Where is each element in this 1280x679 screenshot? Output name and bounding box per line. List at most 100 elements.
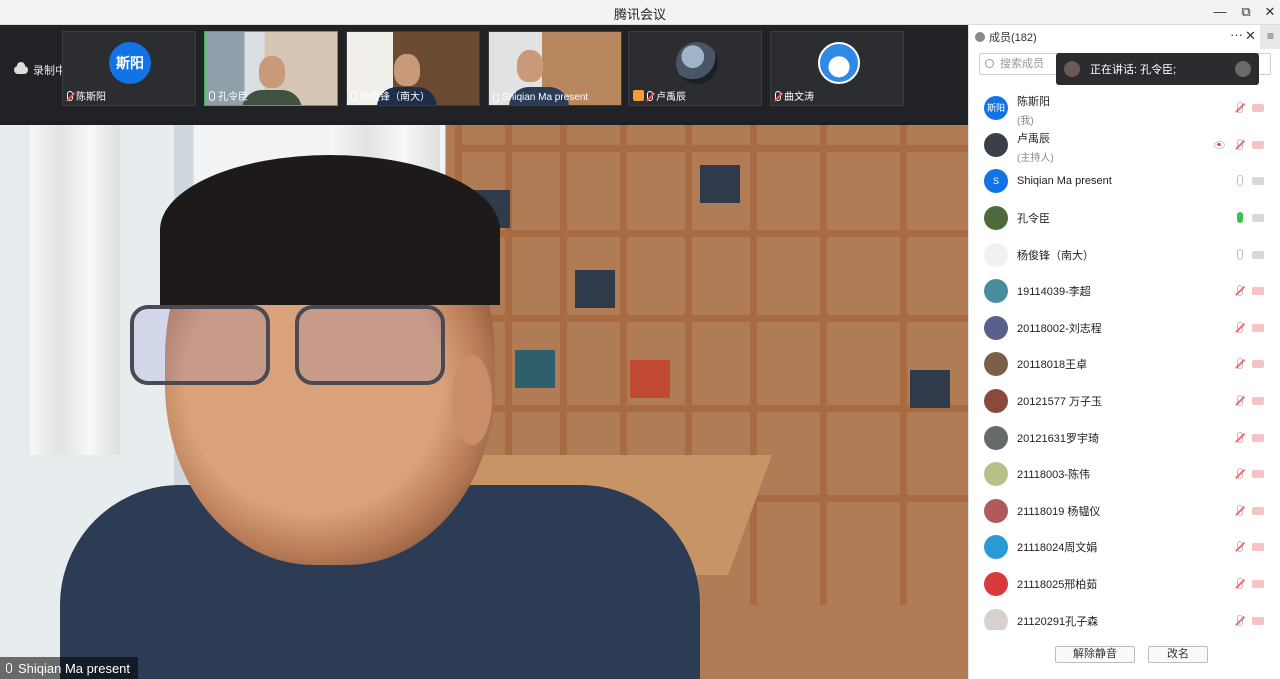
recording-indicator: 录制中: [14, 62, 66, 78]
participant-name: 孔令臣: [218, 92, 248, 103]
cloud-icon: [14, 62, 28, 74]
member-name: 21118019 杨韫仪: [1017, 505, 1101, 518]
participant-name: Shiqian Ma present: [502, 92, 589, 103]
camera-icon[interactable]: [1252, 249, 1264, 261]
mic-icon: [493, 92, 499, 103]
meeting-app: 腾讯会议 — ⧉ ✕ 录制中 斯阳 陈斯阳 孔令臣 杨俊锋（南大） Shiqia…: [0, 0, 1280, 679]
avatar: [984, 535, 1008, 560]
camera-icon[interactable]: [1252, 175, 1264, 187]
video-stage: 录制中 斯阳 陈斯阳 孔令臣 杨俊锋（南大） Shiqian Ma presen…: [0, 25, 968, 679]
mic-muted-icon[interactable]: [1234, 285, 1246, 297]
speaking-tooltip: 正在讲话: 孔令臣;: [1056, 53, 1259, 85]
close-window-button[interactable]: ✕: [1260, 2, 1280, 22]
member-row[interactable]: 孔令臣: [969, 200, 1280, 237]
member-name: 杨俊锋（南大）: [1017, 249, 1094, 262]
member-name: 孔令臣: [1017, 213, 1050, 226]
member-name: 20121577 万子玉: [1017, 396, 1102, 409]
camera-icon[interactable]: [1252, 139, 1264, 151]
avatar: [676, 42, 718, 84]
mic-icon: [6, 663, 12, 673]
thumbnail-strip: 录制中 斯阳 陈斯阳 孔令臣 杨俊锋（南大） Shiqian Ma presen…: [0, 25, 968, 121]
camera-icon[interactable]: [1252, 468, 1264, 480]
mic-muted-icon[interactable]: [1234, 614, 1246, 627]
panel-footer: 解除静音 改名: [969, 639, 1280, 679]
search-placeholder: 搜索成员: [1000, 58, 1044, 70]
member-row[interactable]: 19114039-李超: [969, 273, 1280, 310]
mic-muted-icon[interactable]: [1234, 395, 1246, 407]
camera-icon[interactable]: [1252, 102, 1264, 114]
speaker-avatar: [1064, 61, 1080, 77]
thumbnail-tile[interactable]: 杨俊锋（南大）: [346, 31, 480, 106]
mic-icon[interactable]: [1234, 248, 1246, 261]
menu-button[interactable]: ≡: [1260, 25, 1280, 49]
member-name: Shiqian Ma present: [1017, 175, 1112, 188]
mic-muted-icon[interactable]: [1234, 541, 1246, 553]
thumbnail-tile[interactable]: 曲文涛: [770, 31, 904, 106]
camera-icon[interactable]: [1252, 285, 1264, 297]
collapse-icon[interactable]: [1235, 61, 1251, 77]
member-row[interactable]: 21120291孔子森: [969, 602, 1280, 630]
thumbnail-tile[interactable]: Shiqian Ma present: [488, 31, 622, 106]
member-row[interactable]: 20118018王卓: [969, 346, 1280, 383]
thumbnail-tile[interactable]: 斯阳 陈斯阳: [62, 31, 196, 106]
member-name: 卢禹辰: [1017, 132, 1050, 145]
camera-icon[interactable]: [1252, 578, 1264, 590]
mic-icon[interactable]: [1234, 175, 1246, 187]
camera-icon[interactable]: [1252, 358, 1264, 370]
member-name: 20121631罗宇琦: [1017, 432, 1099, 445]
thumbnail-tile[interactable]: 孔令臣: [204, 31, 338, 106]
mic-muted-icon[interactable]: [1234, 431, 1246, 444]
close-panel-button[interactable]: ✕: [1245, 28, 1256, 44]
mic-muted-icon[interactable]: [1234, 321, 1246, 334]
avatar: [984, 352, 1008, 377]
speaking-text: 正在讲话: 孔令臣;: [1090, 64, 1177, 76]
unmute-all-button[interactable]: 解除静音: [1055, 646, 1135, 663]
camera-icon[interactable]: [1252, 322, 1264, 334]
avatar: [984, 498, 1008, 523]
camera-icon[interactable]: [1252, 615, 1264, 627]
member-row[interactable]: 杨俊锋（南大）: [969, 236, 1280, 273]
search-icon: [985, 59, 994, 68]
minimize-button[interactable]: —: [1210, 2, 1230, 22]
mic-muted-icon[interactable]: [1234, 504, 1246, 517]
member-row[interactable]: 21118003-陈伟: [969, 456, 1280, 493]
rename-button[interactable]: 改名: [1148, 646, 1208, 663]
avatar: [984, 572, 1008, 597]
maximize-button[interactable]: ⧉: [1236, 2, 1256, 22]
camera-icon[interactable]: [1252, 212, 1264, 224]
speaker-name: Shiqian Ma present: [18, 660, 131, 676]
camera-icon[interactable]: [1252, 541, 1264, 553]
mic-muted-icon[interactable]: [1234, 468, 1246, 480]
avatar: [984, 315, 1008, 340]
member-row[interactable]: 卢禹辰 (主持人): [969, 127, 1280, 164]
avatar: 斯阳: [984, 96, 1008, 121]
mic-icon[interactable]: [1234, 212, 1246, 224]
member-row[interactable]: 20118002-刘志程: [969, 310, 1280, 347]
camera-icon[interactable]: [1252, 505, 1264, 517]
members-icon: [975, 32, 985, 42]
member-row[interactable]: 20121631罗宇琦: [969, 419, 1280, 456]
avatar: [984, 279, 1008, 304]
member-row[interactable]: 20121577 万子玉: [969, 383, 1280, 420]
thumbnail-tile[interactable]: 卢禹辰: [628, 31, 762, 106]
camera-icon[interactable]: [1252, 395, 1264, 407]
participant-name: 杨俊锋（南大）: [360, 92, 430, 103]
member-row[interactable]: 21118019 杨韫仪: [969, 493, 1280, 530]
participant-name: 卢禹辰: [656, 92, 686, 103]
member-list[interactable]: 斯阳 陈斯阳 (我) 卢禹辰 (主持人) S Shiqian Ma present 孔令臣杨俊…: [969, 90, 1280, 630]
mic-muted-icon[interactable]: [1234, 578, 1246, 590]
member-name: 陈斯阳: [1017, 96, 1050, 108]
mic-muted-icon[interactable]: [1234, 138, 1246, 151]
member-row[interactable]: S Shiqian Ma present: [969, 163, 1280, 200]
camera-icon[interactable]: [1252, 432, 1264, 444]
mic-muted-icon: [647, 90, 653, 101]
mic-muted-icon[interactable]: [1234, 358, 1246, 370]
member-name: 21118003-陈伟: [1017, 469, 1090, 482]
main-video[interactable]: Shiqian Ma present: [0, 125, 968, 679]
member-row[interactable]: 斯阳 陈斯阳 (我): [969, 90, 1280, 127]
mic-muted-icon[interactable]: [1234, 102, 1246, 114]
member-row[interactable]: 21118024周文娟: [969, 529, 1280, 566]
member-role: (我): [1017, 116, 1034, 127]
member-row[interactable]: 21118025邢柏茹: [969, 566, 1280, 603]
more-options-button[interactable]: ···: [1230, 27, 1243, 42]
